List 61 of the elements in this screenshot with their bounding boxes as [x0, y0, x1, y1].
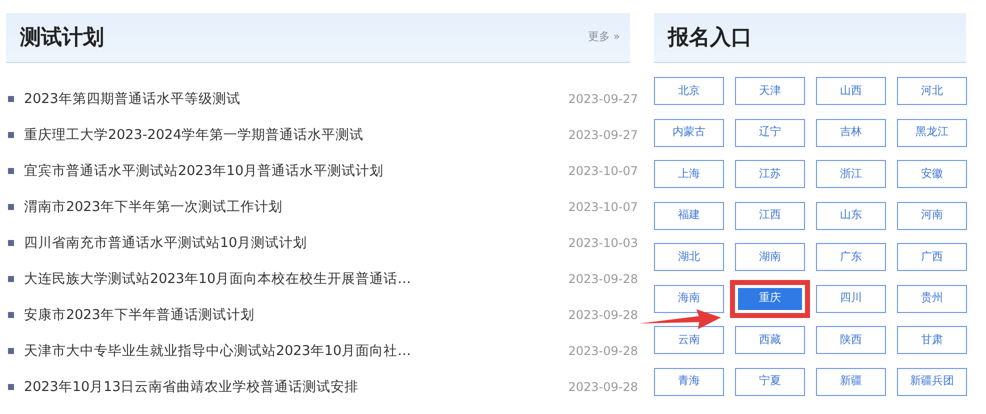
bullet-icon: [8, 132, 14, 138]
region-button[interactable]: 四川: [816, 284, 886, 312]
news-date: 2023-09-28: [568, 271, 638, 288]
news-link[interactable]: 大连民族大学测试站2023年10月面向本校在校生开展普通话…: [24, 268, 568, 290]
news-date: 2023-09-28: [568, 307, 638, 324]
region-button[interactable]: 宁夏: [735, 368, 805, 396]
bullet-icon: [8, 240, 14, 246]
region-button[interactable]: 安徽: [897, 160, 967, 188]
region-button[interactable]: 山东: [816, 202, 886, 230]
news-date: 2023-09-28: [568, 343, 638, 360]
bullet-icon: [8, 384, 14, 390]
region-button[interactable]: 新疆兵团: [897, 368, 967, 396]
region-button[interactable]: 北京: [654, 77, 724, 105]
news-link[interactable]: 天津市大中专毕业生就业指导中心测试站2023年10月面向社…: [24, 340, 568, 362]
region-button[interactable]: 青海: [654, 368, 724, 396]
news-link[interactable]: 2023年10月13日云南省曲靖农业学校普通话测试安排: [24, 376, 568, 398]
news-link[interactable]: 2023年第四期普通话水平等级测试: [24, 88, 568, 110]
bullet-icon: [8, 276, 14, 282]
region-button[interactable]: 上海: [654, 160, 724, 188]
region-button[interactable]: 河北: [897, 77, 967, 105]
region-button[interactable]: 湖北: [654, 243, 724, 271]
news-link[interactable]: 重庆理工大学2023-2024学年第一学期普通话水平测试: [24, 124, 568, 146]
region-button[interactable]: 吉林: [816, 118, 886, 146]
news-date: 2023-10-03: [568, 235, 638, 252]
region-button[interactable]: 江西: [735, 202, 805, 230]
region-button[interactable]: 云南: [654, 326, 724, 354]
region-button[interactable]: 广西: [897, 243, 967, 271]
region-button[interactable]: 内蒙古: [654, 118, 724, 146]
region-button[interactable]: 贵州: [897, 284, 967, 312]
news-link[interactable]: 宜宾市普通话水平测试站2023年10月普通话水平测试计划: [24, 160, 568, 182]
region-button[interactable]: 福建: [654, 202, 724, 230]
region-button[interactable]: 天津: [735, 77, 805, 105]
bullet-icon: [8, 348, 14, 354]
bullet-icon: [8, 168, 14, 174]
news-link[interactable]: 渭南市2023年下半年第一次测试工作计划: [24, 196, 568, 218]
news-date: 2023-09-27: [568, 91, 638, 108]
region-button[interactable]: 海南: [654, 284, 724, 312]
bullet-icon: [8, 96, 14, 102]
news-date: 2023-09-27: [568, 127, 638, 144]
news-date: 2023-10-07: [568, 163, 638, 180]
region-button[interactable]: 河南: [897, 202, 967, 230]
more-link[interactable]: 更多 »: [588, 29, 620, 46]
bullet-icon: [8, 312, 14, 318]
region-button[interactable]: 江苏: [735, 160, 805, 188]
panel-title: 报名入口: [668, 24, 752, 51]
region-button[interactable]: 新疆: [816, 368, 886, 396]
region-button[interactable]: 山西: [816, 77, 886, 105]
region-button[interactable]: 陕西: [816, 326, 886, 354]
region-button[interactable]: 浙江: [816, 160, 886, 188]
bullet-icon: [8, 204, 14, 210]
news-date: 2023-09-28: [568, 379, 638, 396]
region-button[interactable]: 黑龙江: [897, 118, 967, 146]
region-button[interactable]: 西藏: [735, 326, 805, 354]
region-button[interactable]: 甘肃: [897, 326, 967, 354]
news-link[interactable]: 安康市2023年下半年普通话测试计划: [24, 304, 568, 326]
region-button[interactable]: 辽宁: [735, 118, 805, 146]
news-date: 2023-10-07: [568, 199, 638, 216]
region-button[interactable]: 湖南: [735, 243, 805, 271]
region-button[interactable]: 广东: [816, 243, 886, 271]
panel-title: 测试计划: [20, 24, 104, 51]
news-link[interactable]: 四川省南充市普通话水平测试站10月测试计划: [24, 232, 568, 254]
